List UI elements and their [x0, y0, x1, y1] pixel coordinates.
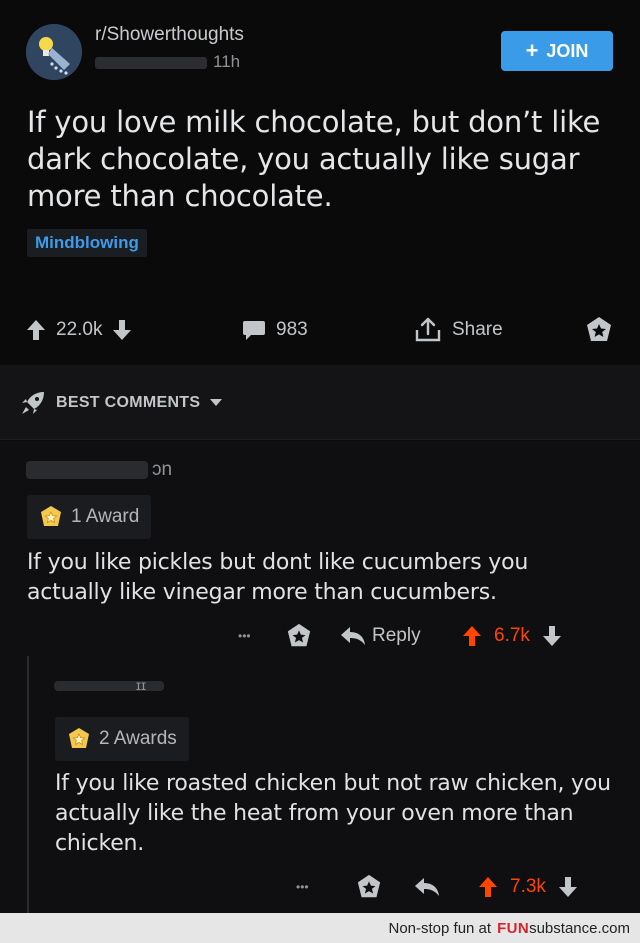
watermark-suffix: .com	[597, 919, 630, 937]
watermark-brand[interactable]: FUNsubstance.com	[497, 920, 630, 937]
post-age: 11h	[213, 52, 241, 71]
join-label: JOIN	[546, 40, 589, 61]
award-icon	[287, 623, 311, 647]
comment-body: If you like pickles but dont like cucumb…	[27, 550, 529, 605]
share-button[interactable]: Share	[414, 310, 503, 350]
comment-vote-group: 6.7k	[462, 625, 562, 647]
star-award-icon	[39, 505, 63, 529]
comments-list: ɔn 1 Award If you like pickles but dont …	[0, 441, 640, 913]
watermark-brand-rest: substance	[529, 919, 598, 937]
comment-username-fragment: ɪɪ	[136, 677, 146, 693]
comment-username-fragment: ɔn	[152, 459, 173, 480]
redacted-username	[26, 461, 148, 479]
caret-down-icon	[210, 399, 223, 407]
award-button[interactable]	[356, 874, 414, 900]
thread-indent-line[interactable]	[27, 656, 29, 913]
comment-sort-bar: BEST COMMENTS	[0, 365, 640, 440]
reply-icon	[341, 627, 365, 645]
downvote-icon	[558, 877, 577, 897]
plus-icon: +	[525, 38, 539, 63]
redacted-username	[54, 681, 164, 691]
post-flair[interactable]: Mindblowing	[27, 229, 147, 257]
share-label: Share	[452, 319, 503, 340]
sort-label: BEST COMMENTS	[56, 394, 201, 411]
sort-dropdown[interactable]: BEST COMMENTS	[20, 390, 223, 416]
more-options-icon[interactable]: •••	[296, 880, 356, 894]
award-icon	[357, 874, 381, 898]
comment-actions: ••• Reply 6.7k	[238, 616, 562, 656]
reply-icon	[415, 878, 439, 896]
award-button[interactable]	[585, 310, 613, 350]
star-award-icon	[67, 727, 91, 751]
reply-button[interactable]	[414, 877, 478, 897]
reply-button[interactable]: Reply	[340, 625, 462, 647]
comment-actions: ••• 7.3k	[296, 867, 578, 907]
downvote-icon	[542, 626, 561, 646]
comment-score: 6.7k	[494, 625, 530, 646]
comment-award-badge[interactable]: 2 Awards	[55, 717, 189, 761]
post-card: r/Showerthoughts 11h + JOIN If you love …	[0, 0, 640, 365]
upvote-icon[interactable]	[26, 319, 46, 341]
upvote-icon	[479, 877, 497, 897]
share-icon	[414, 316, 442, 344]
redacted-username	[95, 56, 207, 69]
subreddit-name[interactable]: r/Showerthoughts	[95, 24, 244, 46]
rocket-icon	[20, 390, 46, 416]
watermark-prefix: Non-stop fun at	[388, 919, 492, 937]
comment-score: 7.3k	[510, 876, 546, 897]
comment-count: 983	[276, 319, 308, 340]
watermark-brand-bold: FUN	[497, 919, 530, 937]
comment-award-badge[interactable]: 1 Award	[27, 495, 152, 539]
join-button[interactable]: + JOIN	[501, 31, 613, 71]
award-button[interactable]	[286, 623, 340, 649]
comment-icon	[242, 319, 266, 341]
post-meta: 11h	[95, 52, 240, 72]
award-icon	[585, 316, 613, 344]
reddit-post-page: r/Showerthoughts 11h + JOIN If you love …	[0, 0, 640, 943]
subreddit-avatar[interactable]	[26, 24, 82, 80]
upvote-icon	[463, 626, 481, 646]
upvote-count: 22.0k	[56, 319, 103, 340]
award-label: 2 Awards	[99, 728, 177, 749]
comments-button[interactable]: 983	[242, 310, 308, 350]
award-label: 1 Award	[71, 506, 140, 527]
post-title[interactable]: If you love milk chocolate, but don’t li…	[27, 104, 617, 215]
vote-group: 22.0k	[26, 310, 132, 350]
downvote-icon[interactable]	[112, 319, 132, 341]
more-options-icon[interactable]: •••	[238, 629, 286, 643]
post-actions: 22.0k 983 Share	[0, 310, 640, 350]
watermark-bar: Non-stop fun at FUNsubstance.com	[0, 913, 640, 943]
comment-body: If you like roasted chicken but not raw …	[55, 771, 611, 856]
comment-vote-group: 7.3k	[478, 876, 578, 898]
reply-label: Reply	[372, 625, 421, 646]
